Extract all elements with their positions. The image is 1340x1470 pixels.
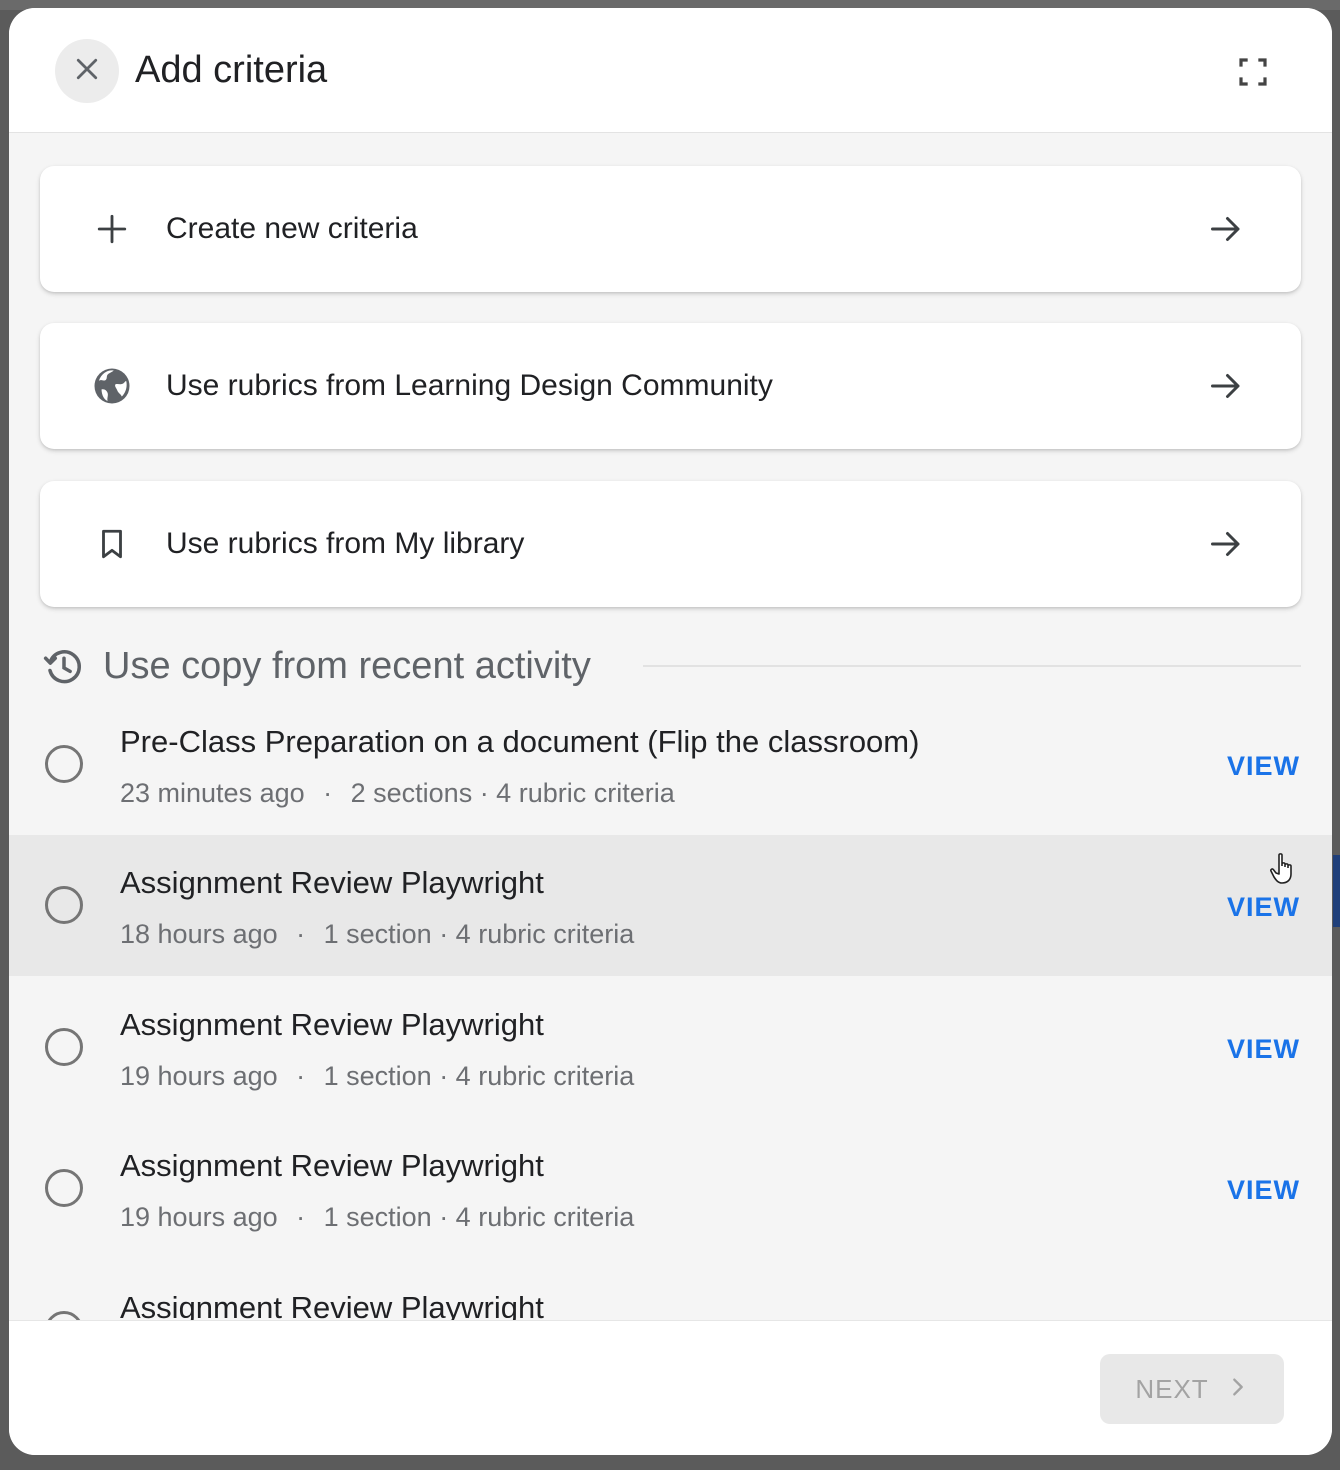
item-meta: 19 hours ago · 1 section · 4 rubric criter… bbox=[120, 1059, 634, 1093]
meta-separator: · bbox=[323, 778, 333, 808]
radio-button[interactable] bbox=[45, 886, 83, 924]
item-time: 19 hours ago bbox=[120, 1061, 278, 1091]
background-element bbox=[1333, 855, 1340, 927]
list-item[interactable]: Assignment Review Playwright 18 hours ag… bbox=[9, 835, 1332, 976]
radio-button[interactable] bbox=[45, 1169, 83, 1207]
section-title: Use copy from recent activity bbox=[103, 645, 591, 687]
item-details: 2 sections · 4 rubric criteria bbox=[350, 778, 675, 808]
option-label: Use rubrics from Learning Design Communi… bbox=[166, 369, 773, 402]
arrow-right-icon bbox=[1204, 364, 1248, 408]
list-item[interactable]: Assignment Review Playwright bbox=[9, 1260, 1332, 1320]
item-meta: 19 hours ago · 1 section · 4 rubric criter… bbox=[120, 1200, 634, 1234]
section-divider bbox=[643, 665, 1301, 667]
add-criteria-dialog: Add criteria Create new criteria Use rub… bbox=[9, 8, 1332, 1455]
view-button[interactable]: VIEW bbox=[1227, 1174, 1300, 1206]
item-details: 1 section · 4 rubric criteria bbox=[323, 1061, 635, 1091]
option-label: Use rubrics from My library bbox=[166, 527, 525, 560]
item-title: Assignment Review Playwright bbox=[120, 1290, 544, 1320]
radio-button[interactable] bbox=[45, 1028, 83, 1066]
item-time: 23 minutes ago bbox=[120, 778, 305, 808]
list-item[interactable]: Assignment Review Playwright 19 hours ag… bbox=[9, 977, 1332, 1118]
next-label: NEXT bbox=[1135, 1373, 1209, 1404]
radio-button[interactable] bbox=[45, 745, 83, 783]
recent-activity-list: Pre-Class Preparation on a document (Fli… bbox=[9, 694, 1332, 1320]
arrow-right-icon bbox=[1204, 522, 1248, 566]
next-button[interactable]: NEXT bbox=[1100, 1354, 1284, 1424]
item-title: Pre-Class Preparation on a document (Fli… bbox=[120, 724, 920, 759]
item-details: 1 section · 4 rubric criteria bbox=[323, 1202, 635, 1232]
close-button[interactable] bbox=[55, 39, 119, 103]
recent-activity-header: Use copy from recent activity bbox=[41, 640, 1301, 692]
item-details: 1 section · 4 rubric criteria bbox=[323, 919, 635, 949]
item-title: Assignment Review Playwright bbox=[120, 1007, 544, 1042]
history-icon bbox=[41, 644, 87, 690]
dialog-footer: NEXT bbox=[9, 1320, 1332, 1455]
item-meta: 23 minutes ago · 2 sections · 4 rubric cri… bbox=[120, 776, 675, 810]
meta-separator: · bbox=[296, 1202, 306, 1232]
radio-button[interactable] bbox=[45, 1311, 83, 1320]
option-label: Create new criteria bbox=[166, 212, 418, 245]
item-meta: 18 hours ago · 1 section · 4 rubric criter… bbox=[120, 917, 634, 951]
chevron-right-icon bbox=[1227, 1376, 1249, 1403]
globe-icon bbox=[90, 364, 134, 408]
item-title: Assignment Review Playwright bbox=[120, 1148, 544, 1183]
meta-separator: · bbox=[296, 919, 306, 949]
item-time: 19 hours ago bbox=[120, 1202, 278, 1232]
plus-icon bbox=[90, 207, 134, 251]
create-new-criteria-option[interactable]: Create new criteria bbox=[40, 166, 1301, 292]
list-item[interactable]: Pre-Class Preparation on a document (Fli… bbox=[9, 694, 1332, 835]
my-library-option[interactable]: Use rubrics from My library bbox=[40, 481, 1301, 607]
list-item[interactable]: Assignment Review Playwright 19 hours ag… bbox=[9, 1118, 1332, 1259]
item-time: 18 hours ago bbox=[120, 919, 278, 949]
view-button[interactable]: VIEW bbox=[1227, 750, 1300, 782]
item-title: Assignment Review Playwright bbox=[120, 865, 544, 900]
bookmark-icon bbox=[90, 522, 134, 566]
learning-design-community-option[interactable]: Use rubrics from Learning Design Communi… bbox=[40, 323, 1301, 449]
fullscreen-icon bbox=[1237, 56, 1269, 93]
fullscreen-button[interactable] bbox=[1231, 52, 1275, 96]
dialog-header: Add criteria bbox=[9, 8, 1332, 133]
dialog-title: Add criteria bbox=[135, 49, 328, 91]
arrow-right-icon bbox=[1204, 207, 1248, 251]
close-icon bbox=[72, 54, 102, 89]
view-button[interactable]: VIEW bbox=[1227, 891, 1300, 923]
meta-separator: · bbox=[296, 1061, 306, 1091]
view-button[interactable]: VIEW bbox=[1227, 1033, 1300, 1065]
